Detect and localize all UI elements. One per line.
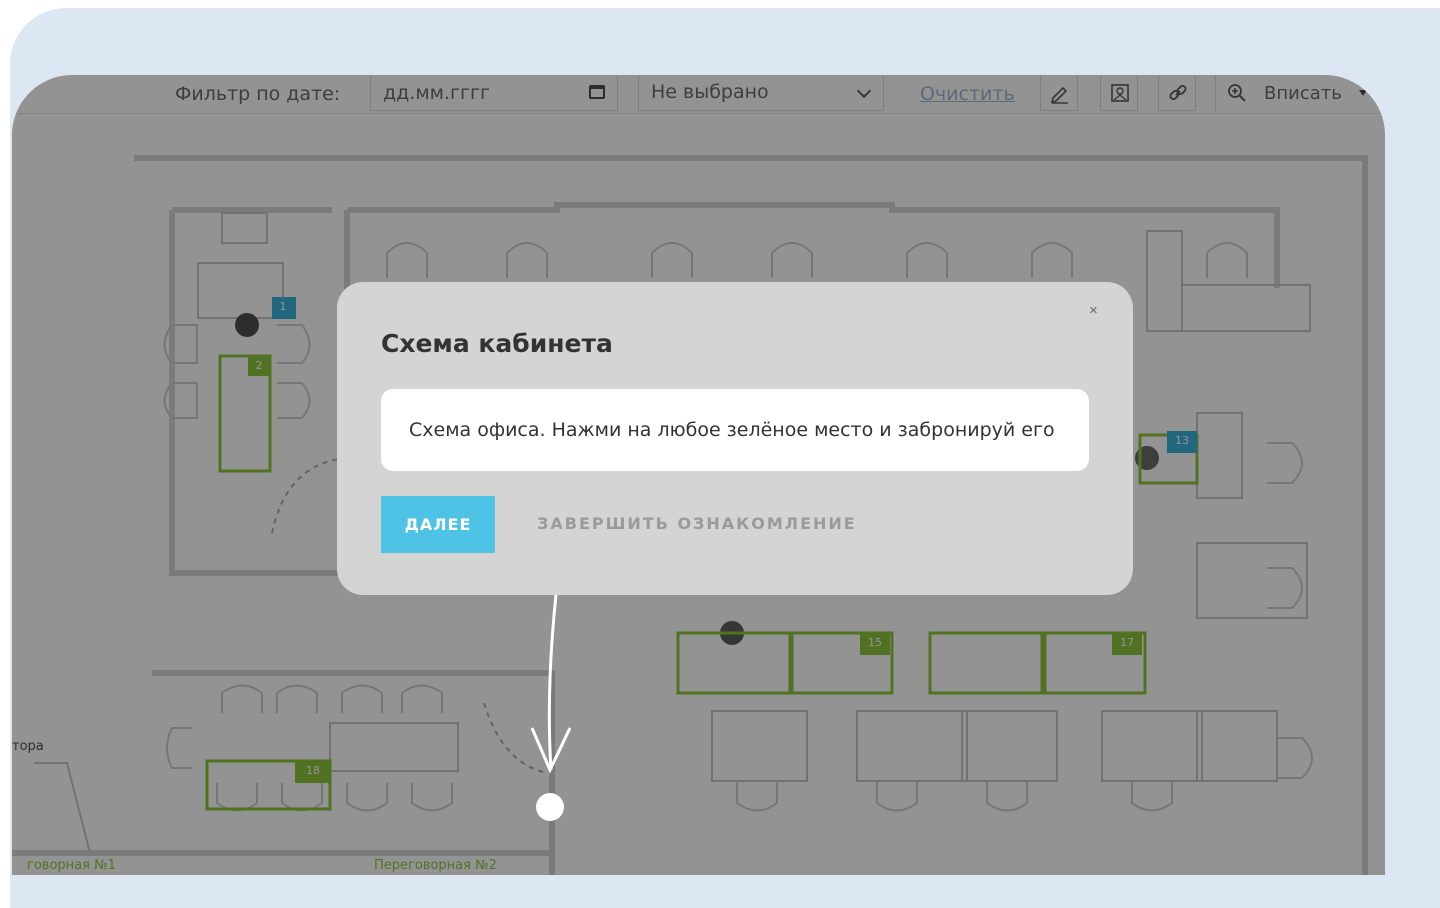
next-button[interactable]: ДАЛЕЕ [381,496,495,553]
modal-message: Схема офиса. Нажми на любое зелёное мест… [409,419,1055,441]
close-icon[interactable]: × [1089,302,1098,319]
modal-message-box: Схема офиса. Нажми на любое зелёное мест… [381,389,1089,471]
tour-modal: Схема кабинета × Схема офиса. Нажми на л… [337,282,1133,595]
finish-tour-button[interactable]: ЗАВЕРШИТЬ ОЗНАКОМЛЕНИЕ [537,514,857,533]
modal-title: Схема кабинета [381,329,613,358]
